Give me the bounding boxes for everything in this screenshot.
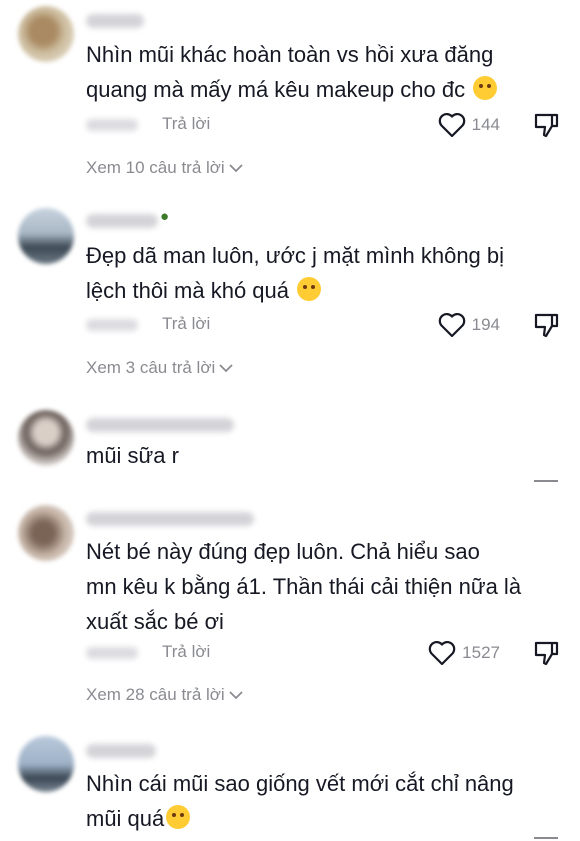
comment-text-line: mn kêu k bằng á1. Thần thái cải thiện nữ… [86,574,522,599]
reply-button[interactable]: Trả lời [162,642,210,662]
like-count: 1527 [462,643,500,662]
reply-button[interactable]: Trả lời [162,314,210,334]
dislike-icon-partial [534,480,558,482]
view-replies-label: Xem 10 câu trả lời [86,158,225,177]
avatar[interactable] [18,736,74,792]
dislike-icon[interactable] [532,111,560,139]
comment-text: Đẹp dã man luôn, ước j mặt mình không bị… [86,238,556,308]
tears-of-joy-emoji-icon [166,805,191,829]
comment-actions: Trả lời 1527 [86,638,560,668]
comment-text-line: Nhìn mũi khác hoàn toàn vs hồi xưa đăng [86,42,494,67]
view-replies-link[interactable]: Xem 10 câu trả lời [86,158,243,178]
avatar[interactable] [18,6,74,62]
username-blurred[interactable] [86,214,158,228]
username-blurred[interactable] [86,512,254,526]
dislike-icon[interactable] [532,639,560,667]
pleading-emoji-icon [297,277,322,301]
like-count: 144 [471,115,500,134]
avatar[interactable] [18,208,74,264]
username-blurred[interactable] [86,418,234,432]
dislike-icon[interactable] [532,311,560,339]
chevron-down-icon [229,164,243,173]
heart-icon [428,641,456,666]
comment-text-line: mũi sữa r [86,443,179,468]
username-blurred[interactable] [86,14,144,28]
comment-text: Nhìn cái mũi sao giống vết mới cắt chỉ n… [86,766,556,836]
comment-text-line: Nhìn cái mũi sao giống vết mới cắt chỉ n… [86,771,514,796]
dislike-icon-partial [534,837,558,839]
like-count: 194 [471,315,500,334]
like-button[interactable]: 194 [438,310,500,340]
chevron-down-icon [229,691,243,700]
view-replies-label: Xem 3 câu trả lời [86,358,216,377]
like-button[interactable]: 1527 [428,638,500,668]
laughing-emoji-icon [473,76,498,100]
reply-button[interactable]: Trả lời [162,114,210,134]
chevron-down-icon [219,364,233,373]
view-replies-label: Xem 28 câu trả lời [86,685,225,704]
timestamp-blurred [86,119,138,131]
turtle-emoji-icon: ● [160,208,170,225]
comment-text-line: Nét bé này đúng đẹp luôn. Chả hiểu sao [86,539,480,564]
view-replies-link[interactable]: Xem 3 câu trả lời [86,358,233,378]
avatar[interactable] [18,505,74,561]
comment-text-line: quang mà mấy má kêu makeup cho đc [86,77,466,102]
comment-text: Nét bé này đúng đẹp luôn. Chả hiểu sao m… [86,534,556,639]
view-replies-link[interactable]: Xem 28 câu trả lời [86,685,243,705]
timestamp-blurred [86,647,138,659]
comment-actions: Trả lời 194 [86,310,560,340]
comment-text-line: mũi quá [86,806,165,831]
comment-text: Nhìn mũi khác hoàn toàn vs hồi xưa đăng … [86,37,556,107]
comment-text-line: xuất sắc bé ơi [86,609,224,634]
like-button[interactable]: 144 [438,110,500,140]
comment-actions: Trả lời 144 [86,110,560,140]
comment-text: mũi sữa r [86,438,556,473]
comment-text-line: Đẹp dã man luôn, ước j mặt mình không bị [86,243,505,268]
username-blurred[interactable] [86,744,156,758]
comment-text-line: lệch thôi mà khó quá [86,278,290,303]
heart-icon [438,313,465,338]
timestamp-blurred [86,319,138,331]
heart-icon [438,113,465,138]
avatar[interactable] [18,410,74,466]
